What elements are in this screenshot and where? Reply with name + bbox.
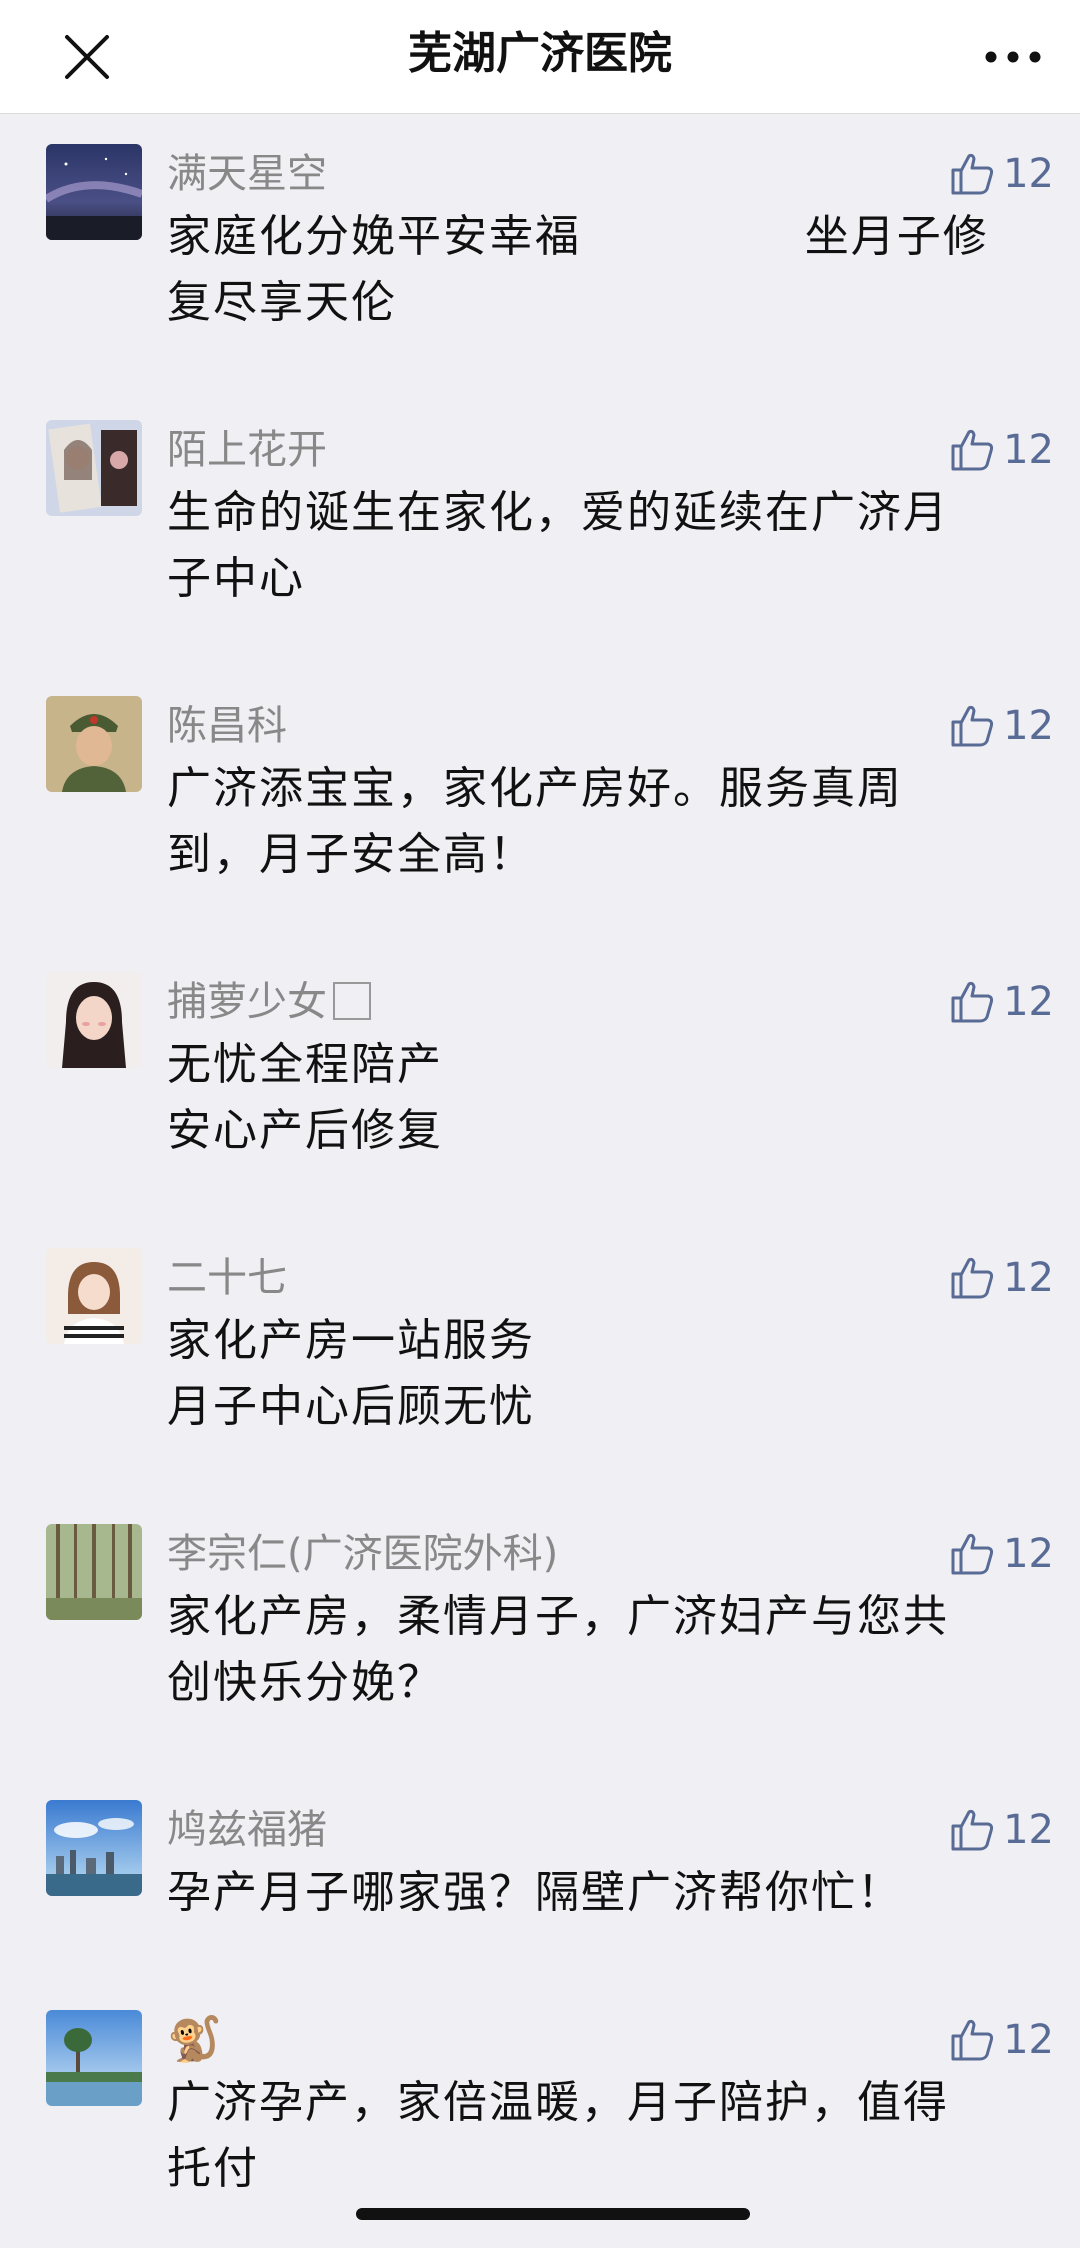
comment-nickname[interactable]: 李宗仁(广济医院外科) <box>167 1524 558 1584</box>
comment-text: 家化产房，柔情月子，广济妇产与您共 创快乐分娩？ <box>167 1591 949 1708</box>
page-title: 芜湖广济医院 <box>408 28 672 79</box>
thumbs-up-icon <box>951 1809 994 1851</box>
like-count: 12 <box>1003 1807 1054 1853</box>
comment-nickname[interactable]: 二十七 <box>167 1248 287 1308</box>
comment-nickname[interactable]: 鸠兹福猪 <box>167 1800 327 1860</box>
thumbs-up-icon <box>951 2019 994 2061</box>
avatar[interactable] <box>46 420 142 516</box>
like-button[interactable]: 12 <box>949 1524 1054 1584</box>
soldier-portrait-avatar <box>46 696 142 792</box>
like-count: 12 <box>1003 703 1054 749</box>
thumbs-up-icon <box>951 429 994 471</box>
top-bar: 芜湖广济医院 <box>0 0 1080 114</box>
avatar[interactable] <box>46 1248 142 1344</box>
home-indicator[interactable] <box>356 2208 750 2220</box>
close-icon <box>65 35 109 79</box>
comment-text: 广济孕产，家倍温暖，月子陪护，值得 托付 <box>167 2077 949 2194</box>
like-count: 12 <box>1003 427 1054 473</box>
avatar[interactable] <box>46 144 142 240</box>
like-count: 12 <box>1003 1531 1054 1577</box>
thumbs-up-icon <box>951 1533 994 1575</box>
comment-text: 生命的诞生在家化，爱的延续在广济月 子中心 <box>167 487 949 604</box>
comment-nickname[interactable]: 🐒 <box>167 2010 222 2070</box>
like-count: 12 <box>1003 1255 1054 1301</box>
forest-avatar <box>46 1524 142 1620</box>
like-button[interactable]: 12 <box>949 1800 1054 1860</box>
like-button[interactable]: 12 <box>949 144 1054 204</box>
comment-text: 家庭化分娩平安幸福 坐月子修 复尽享天伦 <box>167 211 989 328</box>
avatar[interactable] <box>46 2010 142 2106</box>
girl-photo-avatar <box>46 420 142 516</box>
thumbs-up-icon <box>951 153 994 195</box>
avatar[interactable] <box>46 1800 142 1896</box>
thumbs-up-icon <box>951 705 994 747</box>
comment-text: 无忧全程陪产 安心产后修复 <box>167 1039 443 1156</box>
like-count: 12 <box>1003 979 1054 1025</box>
like-button[interactable]: 12 <box>949 2010 1054 2070</box>
girl-selfie-avatar <box>46 972 142 1068</box>
starry-sky-avatar <box>46 144 142 240</box>
like-count: 12 <box>1003 151 1054 197</box>
avatar[interactable] <box>46 1524 142 1620</box>
avatar[interactable] <box>46 972 142 1068</box>
like-button[interactable]: 12 <box>949 696 1054 756</box>
comment-nickname[interactable]: 满天星空 <box>167 144 327 204</box>
comment-nickname[interactable]: 陌上花开 <box>167 420 327 480</box>
like-button[interactable]: 12 <box>949 420 1054 480</box>
comment-nickname[interactable]: 陈昌科 <box>167 696 287 756</box>
like-button[interactable]: 12 <box>949 972 1054 1032</box>
more-dots-icon <box>985 51 1041 63</box>
comment-nickname[interactable]: 捕萝少女 <box>167 972 371 1032</box>
girl-striped-avatar <box>46 1248 142 1344</box>
city-skyline-avatar <box>46 1800 142 1896</box>
comment-text: 广济添宝宝，家化产房好。服务真周 到，月子安全高！ <box>167 763 903 880</box>
close-button[interactable] <box>52 22 122 92</box>
comment-text: 孕产月子哪家强？隔壁广济帮你忙！ <box>167 1867 903 1918</box>
comment-text: 家化产房一站服务 月子中心后顾无忧 <box>167 1315 535 1432</box>
lake-tree-avatar <box>46 2010 142 2106</box>
thumbs-up-icon <box>951 981 994 1023</box>
like-count: 12 <box>1003 2017 1054 2063</box>
avatar[interactable] <box>46 696 142 792</box>
more-options-button[interactable] <box>968 22 1058 92</box>
unknown-glyph-box <box>333 982 371 1020</box>
like-button[interactable]: 12 <box>949 1248 1054 1308</box>
thumbs-up-icon <box>951 1257 994 1299</box>
